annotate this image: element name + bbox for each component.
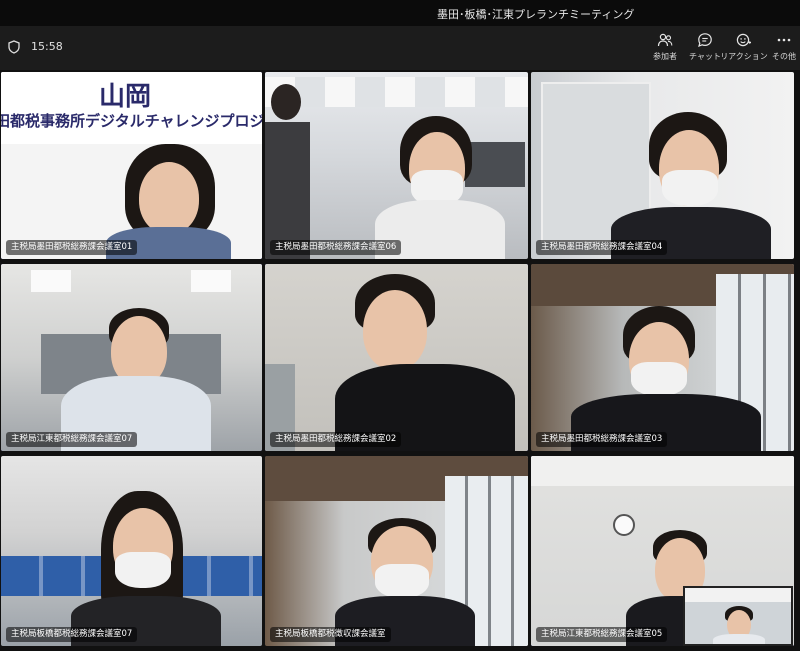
participant-name: 主税局墨田都税総務課会議室02: [270, 432, 402, 447]
shield-icon: [8, 40, 20, 54]
participant-name: 主税局江東都税総務課会議室05: [536, 627, 668, 642]
participant-name: 主税局墨田都税総務課会議室03: [536, 432, 668, 447]
participant-tile[interactable]: 主税局板橋都税徴収課会議室: [265, 456, 528, 646]
window-title: 墨田･板橋･江東プレランチミーティング: [437, 8, 635, 21]
standing-person: [265, 122, 310, 259]
office-ceiling: [265, 77, 528, 107]
more-label: その他: [772, 52, 796, 61]
participant-name: 主税局板橋都税総務課会議室07: [6, 627, 138, 642]
meeting-timer: 15:58: [31, 40, 63, 53]
participant-name: 主税局墨田都税総務課会議室01: [6, 240, 138, 255]
meeting-toolbar: 15:58 参加者 チャット リアクション その他: [0, 26, 800, 70]
participant-name: 主税局墨田都税総務課会議室06: [270, 240, 402, 255]
participant-tile[interactable]: 主税局板橋都税総務課会議室07: [1, 456, 262, 646]
participant-tile[interactable]: 山岡 田都税事務所デジタルチャレンジプロジェ 主税局墨田都税総務課会議室01: [1, 72, 262, 259]
participant-name: 主税局墨田都税総務課会議室04: [536, 240, 668, 255]
more-icon: [777, 38, 791, 42]
participant-tile[interactable]: 主税局墨田都税総務課会議室02: [265, 264, 528, 451]
chat-icon: [698, 33, 712, 47]
banner-line-2: 田都税事務所デジタルチャレンジプロジェ: [1, 112, 262, 130]
title-bar: 墨田･板橋･江東プレランチミーティング: [0, 0, 800, 26]
reaction-icon: [736, 33, 751, 47]
name-banner: 山岡 田都税事務所デジタルチャレンジプロジェ: [1, 72, 262, 144]
more-button[interactable]: その他: [756, 32, 800, 66]
participant-tile[interactable]: 主税局墨田都税総務課会議室03: [531, 264, 794, 451]
video-grid: 山岡 田都税事務所デジタルチャレンジプロジェ 主税局墨田都税総務課会議室01 主…: [0, 70, 800, 651]
banner-line-1: 山岡: [99, 82, 152, 112]
wall-clock: [613, 514, 635, 536]
participant-name: 主税局板橋都税徴収課会議室: [270, 627, 391, 642]
self-view-video[interactable]: [683, 586, 793, 646]
participant-tile[interactable]: 主税局江東都税総務課会議室07: [1, 264, 262, 451]
participant-name: 主税局江東都税総務課会議室07: [6, 432, 138, 447]
people-icon: [657, 33, 673, 47]
participant-tile[interactable]: 主税局墨田都税総務課会議室06: [265, 72, 528, 259]
participant-tile[interactable]: 主税局墨田都税総務課会議室04: [531, 72, 794, 259]
